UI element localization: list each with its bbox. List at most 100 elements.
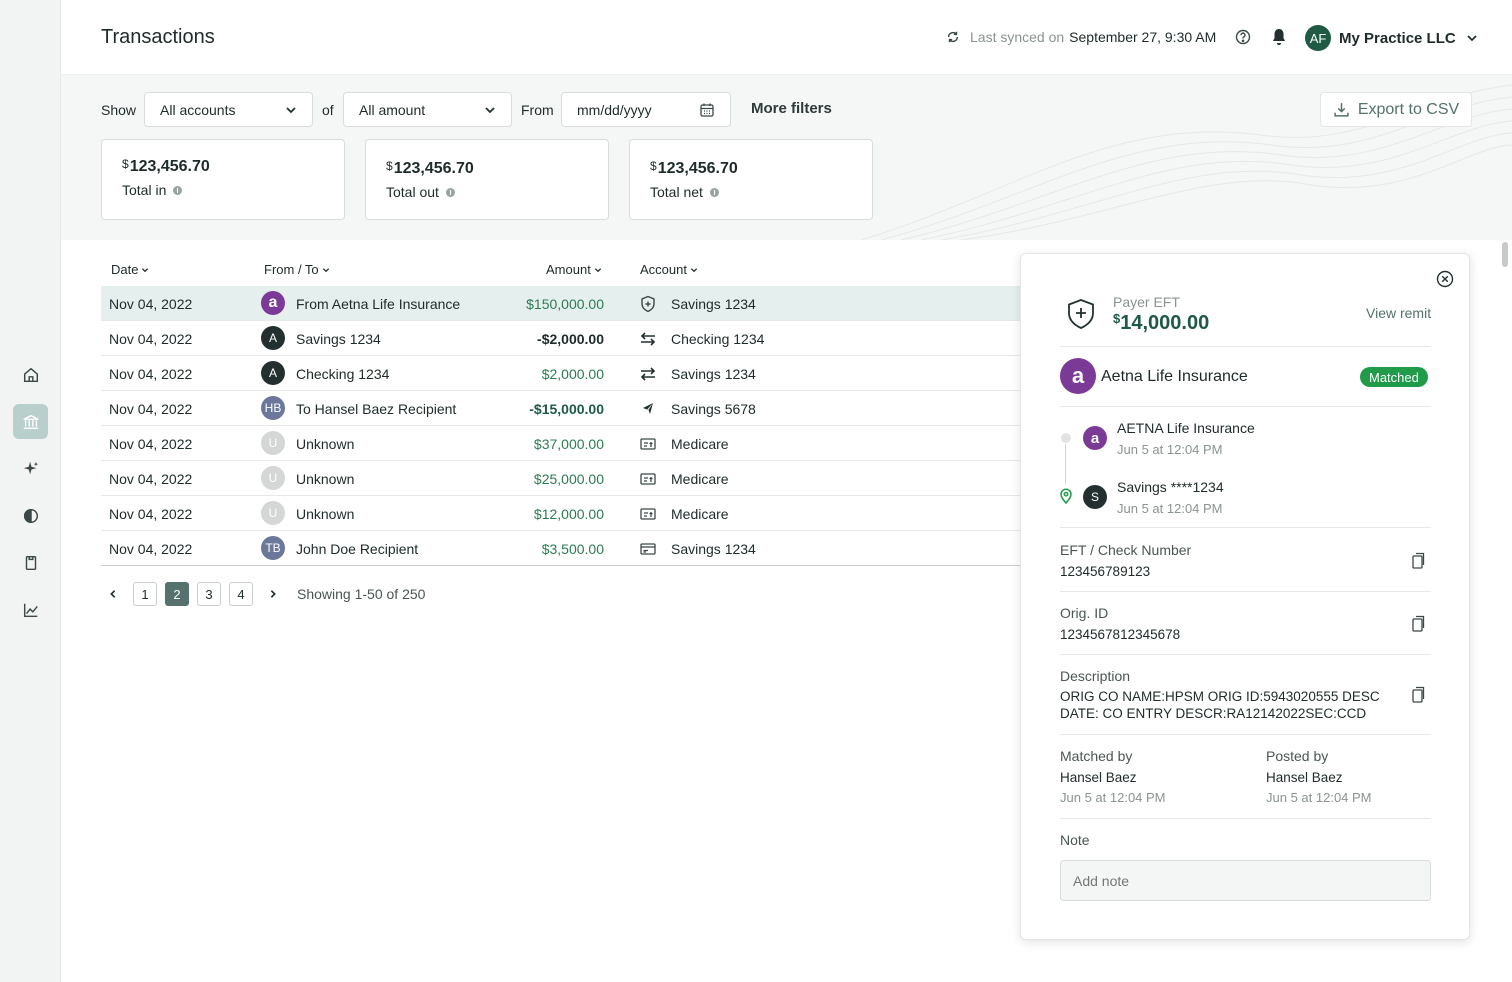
accounts-select[interactable]: All accounts — [144, 92, 313, 127]
row-party: John Doe Recipient — [296, 541, 419, 557]
page-button-1[interactable]: 1 — [133, 582, 157, 606]
scrollbar[interactable] — [1500, 240, 1512, 982]
chevron-down-icon — [485, 106, 495, 113]
column-header-amount[interactable]: Amount — [546, 262, 602, 277]
transaction-type: Payer EFT — [1113, 294, 1180, 310]
help-icon[interactable] — [1235, 29, 1251, 45]
stat-label-text: Total out — [386, 184, 439, 200]
description-label: Description — [1060, 668, 1131, 684]
orig-id-label: Orig. ID — [1060, 605, 1109, 621]
view-remit-link[interactable]: View remit — [1366, 305, 1431, 321]
row-party: Checking 1234 — [296, 366, 390, 382]
column-header-label: Account — [640, 262, 687, 277]
column-header-from-to[interactable]: From / To — [264, 262, 330, 277]
sidebar-item-documents[interactable] — [13, 545, 48, 580]
from-date-input[interactable]: mm/dd/yyyy — [561, 92, 731, 127]
row-amount: $25,000.00 — [533, 471, 604, 487]
stat-value: $123,456.70 — [650, 159, 852, 178]
user-menu[interactable]: AF My Practice LLC — [1305, 25, 1478, 51]
row-date: Nov 04, 2022 — [109, 331, 193, 347]
row-account: Savings 1234 — [671, 366, 756, 382]
table-row[interactable]: Nov 04, 2022 U Unknown $12,000.00 Medica… — [101, 496, 1020, 531]
currency-symbol: $ — [650, 159, 657, 173]
stat-amount: 123,456.70 — [393, 160, 474, 177]
table-row[interactable]: Nov 04, 2022 U Unknown $25,000.00 Medica… — [101, 461, 1020, 496]
row-date: Nov 04, 2022 — [109, 366, 193, 382]
stat-label: Total net — [650, 184, 852, 200]
account-avatar: A — [261, 326, 285, 350]
scrollbar-thumb[interactable] — [1502, 242, 1508, 267]
pagination: 1 2 3 4 Showing 1-50 of 250 — [101, 582, 425, 606]
column-header-date[interactable]: Date — [111, 262, 149, 277]
row-account: Savings 1234 — [671, 296, 756, 312]
sidebar-item-banking[interactable] — [13, 404, 48, 439]
download-icon — [1334, 103, 1349, 117]
export-csv-button[interactable]: Export to CSV — [1320, 92, 1472, 127]
amount-value: 14,000.00 — [1120, 312, 1210, 334]
prev-page-button[interactable] — [101, 582, 125, 606]
stat-label-text: Total net — [650, 184, 703, 200]
row-amount: $150,000.00 — [526, 296, 604, 312]
payer-avatar: a — [1060, 358, 1096, 394]
timeline-title: Savings ****1234 — [1117, 479, 1224, 495]
eft-label: EFT / Check Number — [1060, 542, 1192, 558]
stat-amount: 123,456.70 — [657, 160, 738, 177]
info-icon[interactable] — [445, 187, 455, 197]
unknown-avatar: U — [261, 466, 285, 490]
sidebar-item-home[interactable] — [13, 357, 48, 392]
description-line-1: ORIG CO NAME:HPSM ORIG ID:5943020555 DES… — [1060, 689, 1380, 704]
close-icon[interactable] — [1436, 270, 1454, 288]
calendar-icon[interactable] — [699, 102, 715, 118]
note-input[interactable] — [1060, 860, 1431, 901]
recipient-avatar: TB — [261, 536, 285, 560]
table-row[interactable]: Nov 04, 2022 A Savings 1234 -$2,000.00 C… — [101, 321, 1020, 356]
sync-icon — [947, 31, 959, 43]
row-amount: $3,500.00 — [541, 541, 604, 557]
more-filters-button[interactable]: More filters — [751, 100, 832, 117]
table-row[interactable]: Nov 04, 2022 HB To Hansel Baez Recipient… — [101, 391, 1020, 426]
practice-name: My Practice LLC — [1339, 29, 1456, 47]
chevron-down-icon — [594, 267, 601, 272]
sidebar-item-ai[interactable] — [13, 451, 48, 486]
description-line-2: DATE: CO ENTRY DESCR:RA12142022SEC:CCD — [1060, 706, 1367, 721]
pagination-info: Showing 1-50 of 250 — [297, 586, 426, 602]
column-header-label: From / To — [264, 262, 319, 277]
chevron-down-icon — [286, 106, 296, 113]
document-icon — [25, 555, 36, 570]
posted-by-name: Hansel Baez — [1266, 770, 1343, 785]
send-icon — [643, 403, 653, 414]
transfer-left-icon — [640, 332, 656, 346]
table-row[interactable]: Nov 04, 2022 a From Aetna Life Insurance… — [101, 286, 1020, 321]
copy-icon[interactable] — [1410, 686, 1426, 704]
sidebar-item-reports[interactable] — [13, 592, 48, 627]
bell-icon[interactable] — [1271, 28, 1287, 46]
copy-icon[interactable] — [1410, 615, 1426, 633]
row-date: Nov 04, 2022 — [109, 436, 193, 452]
next-page-button[interactable] — [261, 582, 285, 606]
table-row[interactable]: Nov 04, 2022 TB John Doe Recipient $3,50… — [101, 531, 1020, 566]
info-icon[interactable] — [173, 185, 183, 195]
sidebar-item-insights[interactable] — [13, 498, 48, 533]
stat-label: Total in — [122, 182, 324, 198]
chevron-down-icon — [142, 267, 149, 272]
sync-time: September 27, 9:30 AM — [1069, 29, 1217, 45]
payer-name: Aetna Life Insurance — [1101, 368, 1248, 385]
page-button-4[interactable]: 4 — [229, 582, 253, 606]
transaction-amount: $14,000.00 — [1113, 311, 1209, 335]
matched-by-name: Hansel Baez — [1060, 770, 1137, 785]
chevron-right-icon — [270, 590, 276, 598]
row-party: Unknown — [296, 436, 355, 452]
chevron-down-icon — [1467, 35, 1477, 42]
timeline-dot — [1061, 433, 1071, 443]
column-header-label: Date — [111, 262, 139, 277]
page-button-2[interactable]: 2 — [165, 582, 189, 606]
page-button-3[interactable]: 3 — [197, 582, 221, 606]
stat-value: $123,456.70 — [122, 157, 324, 176]
table-row[interactable]: Nov 04, 2022 U Unknown $37,000.00 Medica… — [101, 426, 1020, 461]
table-row[interactable]: Nov 04, 2022 A Checking 1234 $2,000.00 S… — [101, 356, 1020, 391]
row-party: Unknown — [296, 506, 355, 522]
amount-select[interactable]: All amount — [343, 92, 512, 127]
column-header-account[interactable]: Account — [640, 262, 698, 277]
copy-icon[interactable] — [1410, 552, 1426, 570]
info-icon[interactable] — [709, 187, 719, 197]
